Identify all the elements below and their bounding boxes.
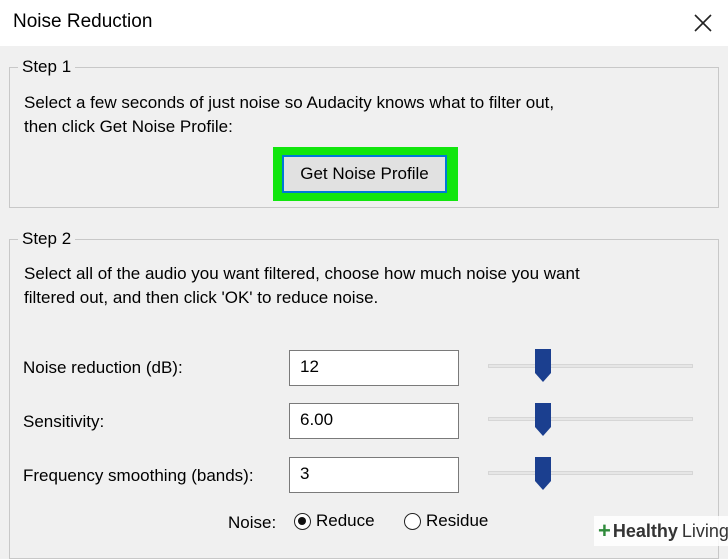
frequency-smoothing-slider-thumb[interactable]: [534, 457, 552, 491]
noise-reduction-input[interactable]: 12: [289, 350, 459, 386]
sensitivity-slider-thumb[interactable]: [534, 403, 552, 437]
step1-instruction-line2: then click Get Noise Profile:: [24, 117, 233, 136]
radio-reduce[interactable]: Reduce: [294, 511, 375, 531]
radio-reduce-indicator[interactable]: [294, 512, 311, 530]
step2-instruction-line1: Select all of the audio you want filtere…: [24, 264, 580, 283]
frequency-smoothing-label: Frequency smoothing (bands):: [23, 466, 254, 485]
radio-residue-indicator[interactable]: [404, 512, 421, 530]
watermark-healthy: Healthy: [612, 520, 678, 541]
radio-residue-label: Residue: [426, 511, 489, 530]
step2-legend: Step 2: [18, 229, 76, 249]
window-title: Noise Reduction: [13, 11, 153, 32]
noise-label: Noise:: [228, 513, 277, 532]
sensitivity-label: Sensitivity:: [23, 412, 105, 431]
step1-instruction-line1: Select a few seconds of just noise so Au…: [24, 93, 555, 112]
title-bar: Noise Reduction: [0, 0, 728, 46]
step1-legend: Step 1: [18, 57, 76, 77]
frequency-smoothing-slider[interactable]: [488, 471, 693, 475]
step2-instruction-line2: filtered out, and then click 'OK' to red…: [24, 288, 379, 307]
radio-reduce-label: Reduce: [316, 511, 375, 530]
watermark-living: Living: [681, 520, 728, 541]
healthy-living-watermark: + Healthy Living: [594, 516, 728, 546]
plus-icon: +: [598, 518, 611, 543]
sensitivity-input[interactable]: 6.00: [289, 403, 459, 439]
get-noise-profile-button[interactable]: Get Noise Profile: [282, 155, 447, 193]
radio-residue[interactable]: Residue: [404, 511, 488, 531]
sensitivity-slider[interactable]: [488, 417, 693, 421]
noise-reduction-label: Noise reduction (dB):: [23, 358, 183, 377]
noise-reduction-slider-thumb[interactable]: [534, 349, 552, 383]
noise-reduction-slider[interactable]: [488, 364, 693, 368]
frequency-smoothing-input[interactable]: 3: [289, 457, 459, 493]
close-icon[interactable]: [692, 12, 714, 34]
